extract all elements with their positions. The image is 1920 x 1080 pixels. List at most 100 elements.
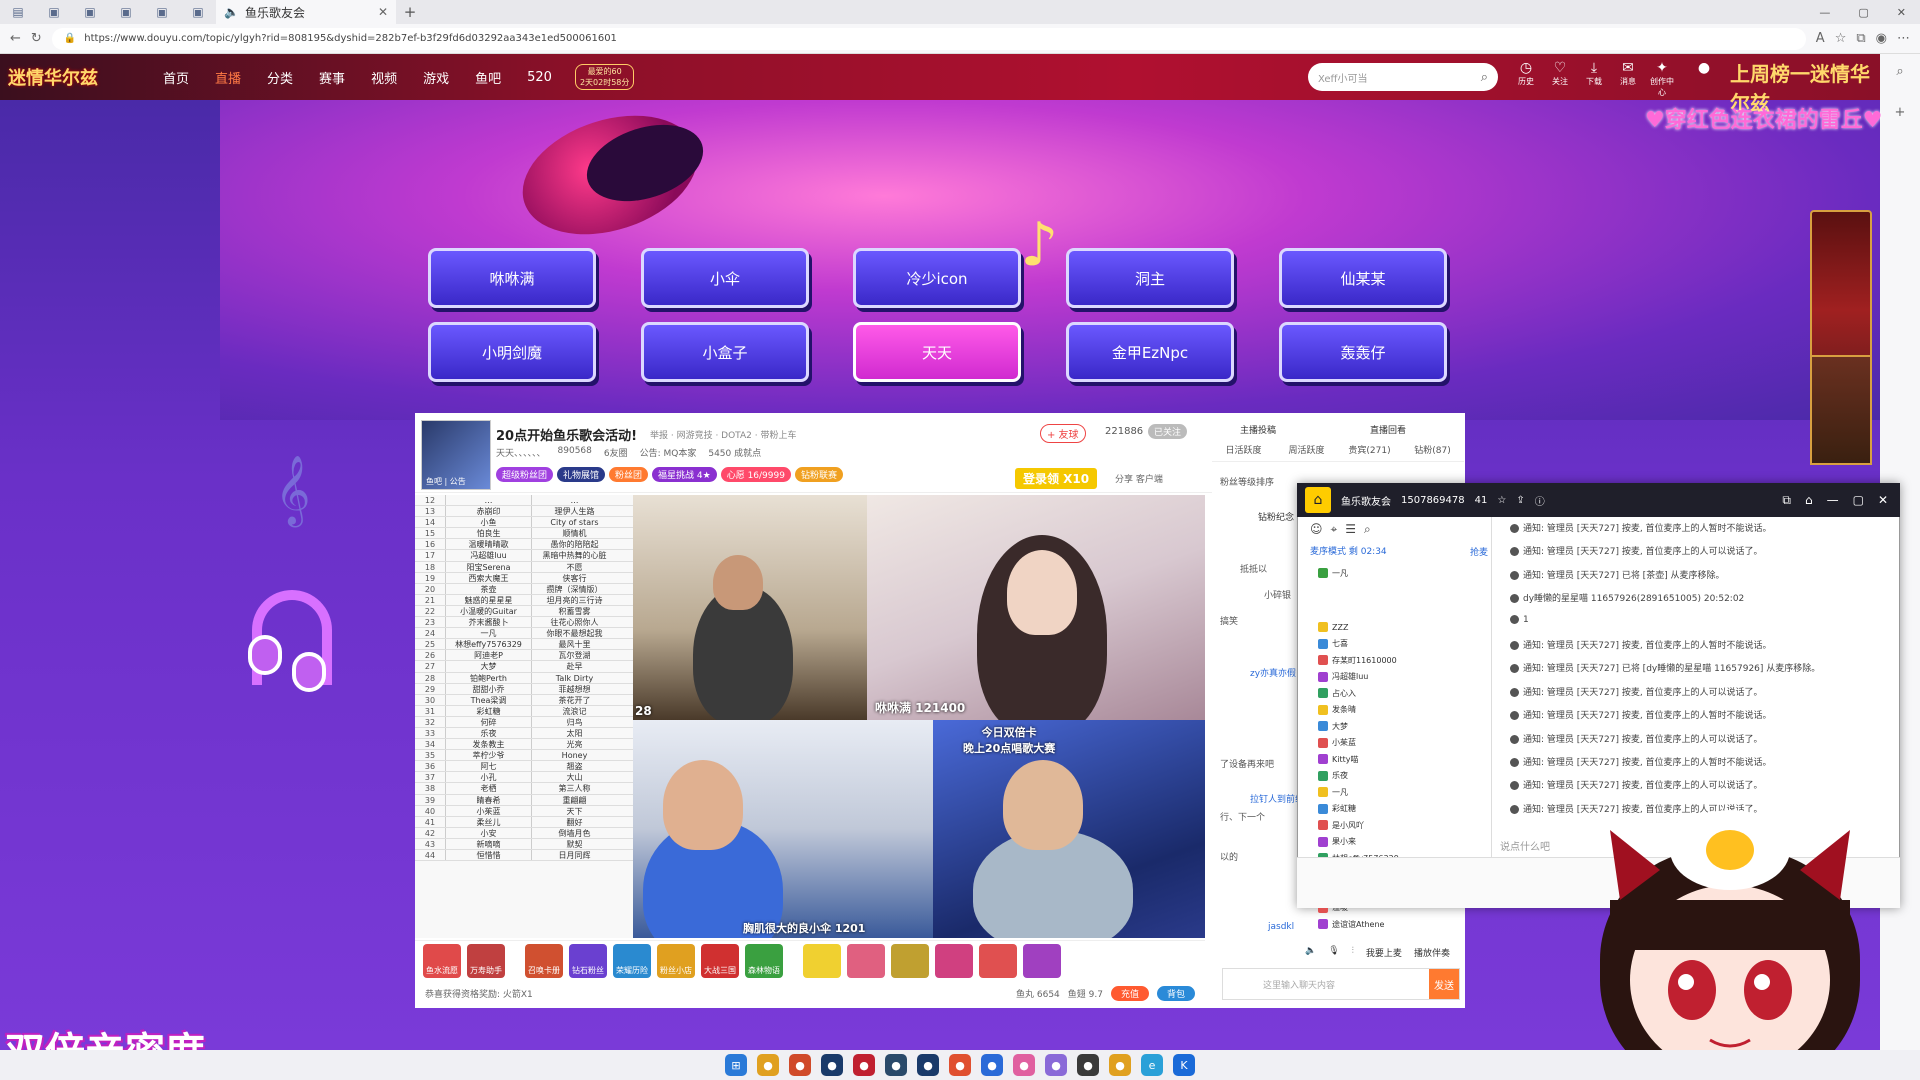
taskbar-app-icon[interactable]: ● xyxy=(1109,1054,1131,1076)
queue-member[interactable]: ZZZ xyxy=(1318,620,1348,634)
singer-button[interactable]: 洞主 xyxy=(1066,248,1234,308)
gift-item[interactable]: 召唤卡册 xyxy=(525,943,563,978)
nav-520[interactable]: 520 xyxy=(514,70,565,85)
taskbar-app-icon[interactable]: ● xyxy=(757,1054,779,1076)
app-window-icon[interactable]: ⧉ xyxy=(1782,493,1791,508)
volume-icon[interactable]: 🔈 xyxy=(1305,946,1316,959)
search-box[interactable]: Xeff小可当 ⌕ xyxy=(1308,63,1498,91)
gift-item[interactable]: 粉丝小店 xyxy=(657,943,695,978)
singer-button[interactable]: 咻咻满 xyxy=(428,248,596,308)
tab-daily[interactable]: 日活跃度 xyxy=(1212,440,1275,461)
queue-member[interactable]: 果小来 xyxy=(1318,835,1356,849)
minimize-icon[interactable]: — xyxy=(1819,6,1830,19)
tab-3[interactable]: ▣ xyxy=(108,0,144,24)
user-avatar[interactable]: ● xyxy=(1690,60,1718,76)
queue-member[interactable]: 冯超雄luu xyxy=(1318,670,1368,684)
singer-button[interactable]: 小伞 xyxy=(641,248,809,308)
gift-item[interactable]: 森林物语 xyxy=(745,943,783,978)
nav-live[interactable]: 直播 xyxy=(202,68,254,87)
singer-button[interactable]: 金甲EzNpc xyxy=(1066,322,1234,382)
app-home-icon[interactable]: ⌂ xyxy=(1305,487,1331,513)
member-search-icon[interactable]: ⌕ xyxy=(1364,522,1371,537)
gift-item[interactable]: 荣耀历险 xyxy=(613,943,651,978)
taskbar-app-icon[interactable]: ● xyxy=(981,1054,1003,1076)
singer-button[interactable]: 小明剑魔 xyxy=(428,322,596,382)
list-icon[interactable]: ☰ xyxy=(1345,522,1356,537)
nav-category[interactable]: 分类 xyxy=(254,68,306,87)
sidebar-search-icon[interactable]: ⌕ xyxy=(1896,64,1903,79)
gift-item[interactable]: 钻石粉丝 xyxy=(569,943,607,978)
gift-item[interactable]: 鱼水流愿 xyxy=(423,943,461,978)
streamer-name[interactable]: 天天、、、、、、 xyxy=(496,446,546,459)
share-links[interactable]: 分享 客户端 xyxy=(1115,472,1163,485)
tab-2[interactable]: ▣ xyxy=(72,0,108,24)
queue-member[interactable]: 途谊谊Athene xyxy=(1318,917,1384,931)
replay-link[interactable]: 直播回看 xyxy=(1370,423,1406,436)
tab-vip[interactable]: 贵宾(271) xyxy=(1338,440,1401,461)
queue-member[interactable]: 一凡 xyxy=(1318,785,1348,799)
search-input[interactable]: Xeff小可当 xyxy=(1318,70,1367,85)
tab-active[interactable]: 🔈 鱼乐歌友会 ✕ xyxy=(216,0,396,24)
gift-icon[interactable] xyxy=(847,943,885,978)
nav-video[interactable]: 视频 xyxy=(358,68,410,87)
creator-icon[interactable]: ✦ 创作中心 xyxy=(1648,60,1676,98)
play-accompaniment-button[interactable]: 播放伴奏 xyxy=(1414,946,1450,959)
url-field[interactable]: 🔒 https://www.douyu.com/topic/ylgyh?rid=… xyxy=(51,27,1806,50)
tab-menu-icon[interactable]: ▤ xyxy=(0,0,36,24)
tab-1[interactable]: ▣ xyxy=(36,0,72,24)
tag-wish[interactable]: 心愿 16/9999 xyxy=(720,467,791,482)
gift-icon[interactable] xyxy=(979,943,1017,978)
app-chat-input[interactable]: 说点什么吧 xyxy=(1500,838,1550,853)
mute-icon[interactable]: 🔈 xyxy=(224,5,239,19)
follow-button[interactable]: + 友球 xyxy=(1040,424,1086,443)
gift-icon[interactable] xyxy=(935,943,973,978)
share-icon[interactable]: ⇪ xyxy=(1516,495,1524,506)
gift-icon[interactable] xyxy=(1023,943,1061,978)
nav-yuba[interactable]: 鱼吧 xyxy=(462,68,514,87)
queue-member[interactable]: 存某町11610000 xyxy=(1318,653,1397,667)
taskbar-app-icon[interactable]: K xyxy=(1173,1054,1195,1076)
more-icon[interactable]: ⋯ xyxy=(1897,31,1910,46)
download-icon[interactable]: ⤓ 下载 xyxy=(1580,60,1608,87)
queue-member[interactable]: 占心入 xyxy=(1318,686,1356,700)
back-icon[interactable]: ← xyxy=(10,31,21,46)
taskbar-app-icon[interactable]: ● xyxy=(1077,1054,1099,1076)
backpack-button[interactable]: 背包 xyxy=(1156,985,1195,1001)
edge-icon[interactable]: e xyxy=(1141,1054,1163,1076)
taskbar-app-icon[interactable]: ● xyxy=(1013,1054,1035,1076)
gift-item[interactable]: 大战三国 xyxy=(701,943,739,978)
side-ad-banner-2[interactable] xyxy=(1810,355,1872,465)
app-close-icon[interactable]: ✕ xyxy=(1878,493,1888,508)
queue-member[interactable]: 七喜 xyxy=(1318,637,1348,651)
reload-icon[interactable]: ↻ xyxy=(31,31,42,46)
close-window-icon[interactable]: ✕ xyxy=(1897,6,1906,19)
chat-input[interactable]: 这里输入聊天内容 发送 xyxy=(1222,968,1460,1000)
promo-badge[interactable]: 最爱的60 2天02时58分 xyxy=(574,64,635,90)
contribute-link[interactable]: 主播投稿 xyxy=(1240,423,1276,436)
taskbar-app-icon[interactable]: ● xyxy=(885,1054,907,1076)
search-icon[interactable]: ⌕ xyxy=(1481,70,1488,85)
singer-button-active[interactable]: 天天 xyxy=(853,322,1021,382)
app-minimize-icon[interactable]: — xyxy=(1827,493,1839,508)
history-icon[interactable]: ◷ 历史 xyxy=(1512,60,1540,87)
mixer-icon[interactable]: ⫶ xyxy=(1352,946,1354,959)
singer-button[interactable]: 轰轰仔 xyxy=(1279,322,1447,382)
taskbar-app-icon[interactable]: ● xyxy=(789,1054,811,1076)
mic-icon[interactable]: 🎙 xyxy=(1328,946,1339,959)
taskbar-app-icon[interactable]: ● xyxy=(1045,1054,1067,1076)
tab-diamond[interactable]: 钻粉(87) xyxy=(1401,440,1464,461)
message-icon[interactable]: ✉ 消息 xyxy=(1614,60,1642,87)
star-icon[interactable]: ☆ xyxy=(1497,495,1506,506)
new-tab-button[interactable]: + xyxy=(396,3,424,21)
queue-member[interactable]: 小茱蓝 xyxy=(1318,736,1356,750)
queue-member[interactable]: 是小风吖 xyxy=(1318,818,1364,832)
tab-4[interactable]: ▣ xyxy=(144,0,180,24)
start-icon[interactable]: ⊞ xyxy=(725,1054,747,1076)
queue-member[interactable]: 彩虹糖 xyxy=(1318,802,1356,816)
nav-events[interactable]: 赛事 xyxy=(306,68,358,87)
grab-mic-link[interactable]: 抢麦 xyxy=(1470,545,1488,558)
app-game-icon[interactable]: ⌂ xyxy=(1805,493,1813,508)
recharge-button[interactable]: 充值 xyxy=(1110,985,1149,1001)
queue-member[interactable]: Kitty喵 xyxy=(1318,752,1358,766)
tag-gift-hall[interactable]: 礼物展馆 xyxy=(557,467,606,482)
